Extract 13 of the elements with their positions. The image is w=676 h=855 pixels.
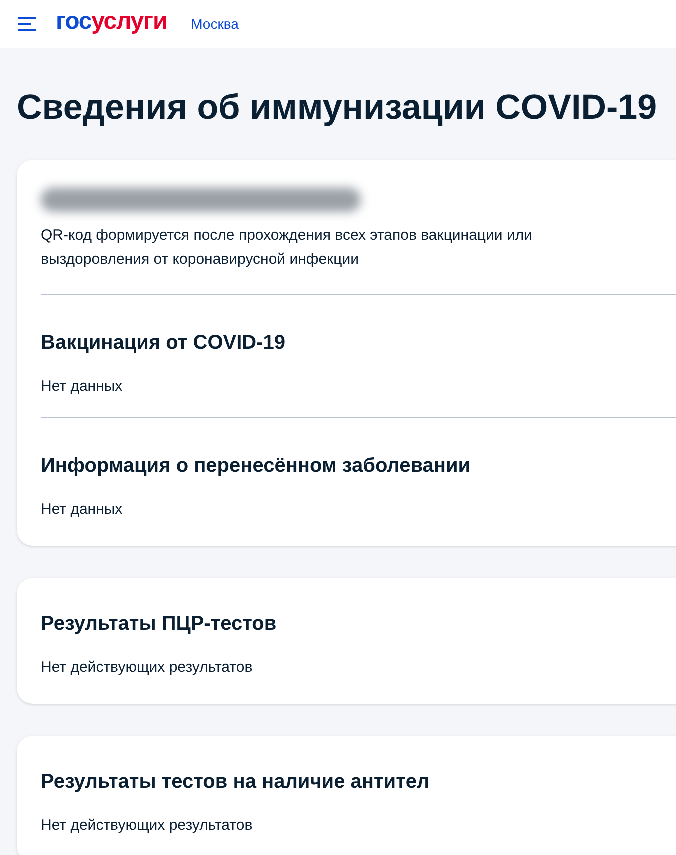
- section-title: Результаты ПЦР-тестов: [41, 612, 278, 637]
- section-title: Информация о перенесённом заболевании: [41, 454, 472, 479]
- section-title: Результаты тестов на наличие антител: [41, 770, 431, 795]
- qr-note: QR-код формируется после прохождения всех этапов вакцинации или выздоровления от коронавирусной инфекции: [41, 224, 676, 295]
- logo[interactable]: госуслуги: [56, 10, 168, 34]
- section-value: Нет данных: [41, 500, 124, 520]
- section-value: Нет действующих результатов: [41, 816, 254, 836]
- city-link[interactable]: Москва: [191, 14, 239, 34]
- section-value: Нет данных: [41, 377, 124, 397]
- section-title: Вакцинация от COVID-19: [41, 331, 287, 356]
- menu-icon[interactable]: [18, 16, 38, 32]
- page-title: Сведения об иммунизации COVID-19: [17, 87, 658, 129]
- section-value: Нет действующих результатов: [41, 658, 254, 678]
